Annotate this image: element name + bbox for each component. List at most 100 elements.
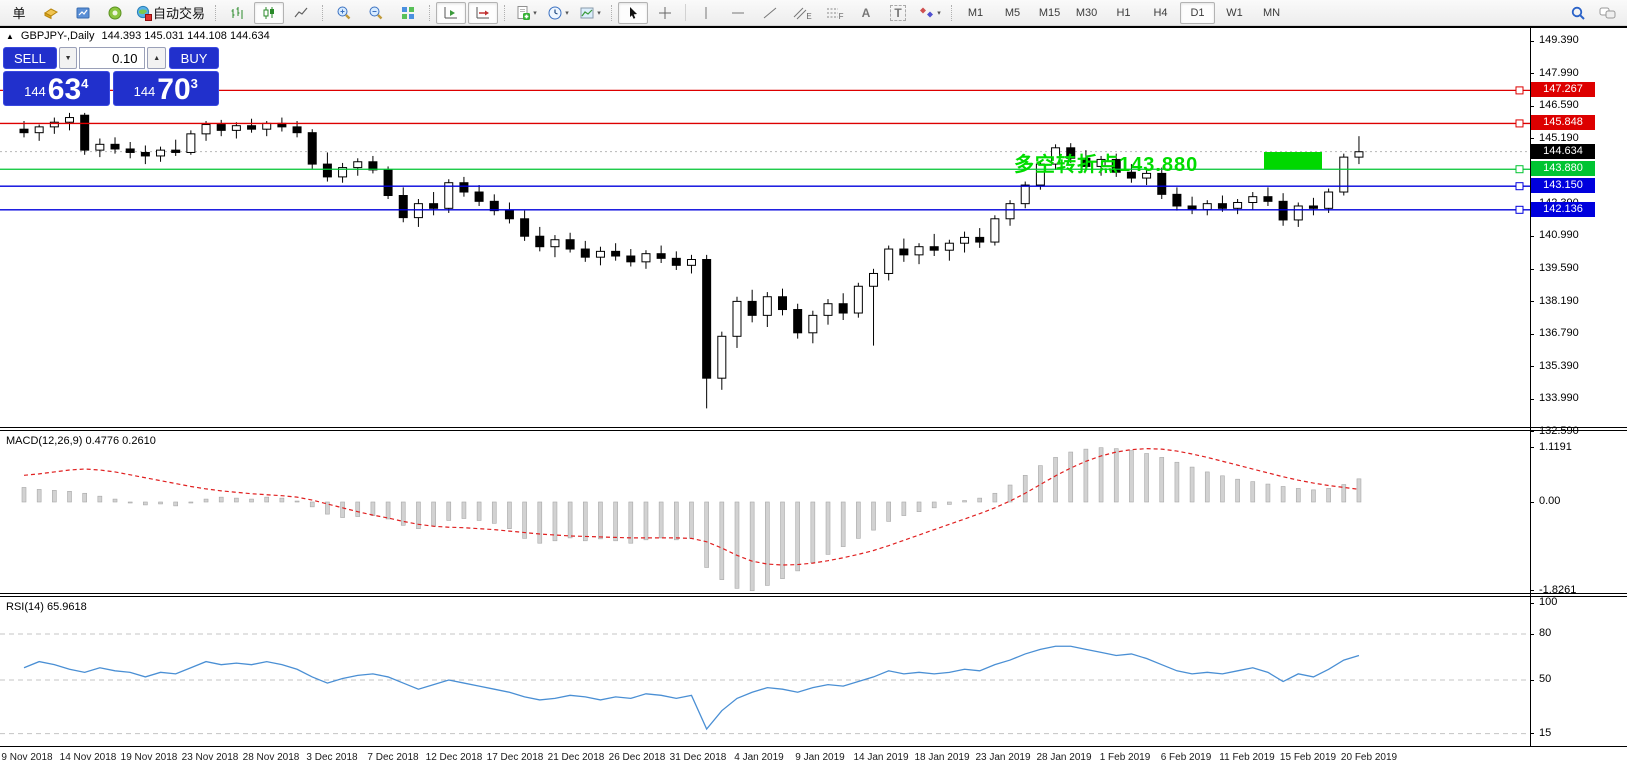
sell-price-prefix: 144 <box>24 84 46 99</box>
collapse-arrow-icon[interactable]: ▲ <box>6 32 14 41</box>
axis-tick-mark <box>1530 447 1534 448</box>
macd-bar <box>887 502 891 521</box>
chart-canvas[interactable] <box>0 0 1627 771</box>
sell-button[interactable]: SELL <box>3 47 57 69</box>
tf-button-H1[interactable]: H1 <box>1106 2 1141 24</box>
candle <box>35 127 43 133</box>
pane-splitter[interactable] <box>0 427 1627 428</box>
sell-price-button[interactable]: 144 63 4 <box>3 71 110 106</box>
candle <box>779 297 787 310</box>
navigator-button[interactable] <box>100 2 130 24</box>
price-tick: 15 <box>1539 727 1551 739</box>
pane-splitter[interactable] <box>0 430 1627 431</box>
tf-button-M15[interactable]: M15 <box>1032 2 1067 24</box>
tf-button-M1[interactable]: M1 <box>958 2 993 24</box>
tf-button-H4[interactable]: H4 <box>1143 2 1178 24</box>
line-chart-button[interactable] <box>286 2 316 24</box>
template-icon <box>579 5 595 21</box>
tf-button-MN[interactable]: MN <box>1254 2 1289 24</box>
equidistant-channel-button[interactable]: E <box>787 2 817 24</box>
toolbar-right-group <box>1563 2 1623 24</box>
cursor-button[interactable] <box>618 2 648 24</box>
date-label: 12 Dec 2018 <box>426 752 483 763</box>
buy-price-button[interactable]: 144 70 3 <box>113 71 220 106</box>
tf-button-M5[interactable]: M5 <box>995 2 1030 24</box>
zoom-in-button[interactable] <box>329 2 359 24</box>
vertical-line-tool-button[interactable] <box>691 2 721 24</box>
annotation-text[interactable]: 多空转折点143.880 <box>1014 148 1198 177</box>
macd-bar <box>1251 482 1255 502</box>
candle <box>854 286 862 313</box>
fibonacci-tool-button[interactable]: F <box>819 2 849 24</box>
auto-scroll-button[interactable] <box>436 2 466 24</box>
autotrading-button[interactable]: 自动交易 <box>132 2 209 24</box>
hline-anchor[interactable] <box>1516 120 1523 127</box>
zoom-out-button[interactable] <box>361 2 391 24</box>
macd-bar <box>902 502 906 516</box>
macd-bar <box>204 499 208 502</box>
candle <box>536 236 544 246</box>
candle <box>308 133 316 164</box>
text-tool-button[interactable]: A <box>851 2 881 24</box>
hline-anchor[interactable] <box>1516 183 1523 190</box>
volume-input[interactable] <box>79 47 145 69</box>
macd-bar <box>37 489 41 502</box>
terminal-button[interactable] <box>68 2 98 24</box>
hline-anchor[interactable] <box>1516 206 1523 213</box>
macd-bar <box>1327 488 1331 502</box>
candlestick-chart-button[interactable] <box>254 2 284 24</box>
candle <box>870 273 878 286</box>
volume-down-button[interactable]: ▼ <box>59 47 78 69</box>
price-axis[interactable]: 149.390147.990146.590145.190143.790142.3… <box>1530 0 1627 771</box>
horizontal-line-tool-button[interactable] <box>723 2 753 24</box>
horizontal-line-icon <box>730 5 746 21</box>
rsi-line <box>24 646 1359 729</box>
trendline-tool-button[interactable] <box>755 2 785 24</box>
indicators-button[interactable]: ▾ <box>511 2 541 24</box>
crosshair-button[interactable] <box>650 2 680 24</box>
macd-bar <box>1236 479 1240 502</box>
templates-button[interactable]: ▾ <box>575 2 605 24</box>
toolbar-grip <box>611 5 612 21</box>
candle <box>81 115 89 150</box>
candle <box>1188 206 1196 209</box>
pane-splitter[interactable] <box>0 593 1627 594</box>
tf-button-D1[interactable]: D1 <box>1180 2 1215 24</box>
hline-anchor[interactable] <box>1516 166 1523 173</box>
chat-button[interactable] <box>1593 2 1623 24</box>
hline-anchor[interactable] <box>1516 87 1523 94</box>
candle <box>718 336 726 378</box>
label-tool-button[interactable]: T <box>883 2 913 24</box>
level-label: 145.848 <box>1531 115 1595 130</box>
green-highlight-rect[interactable] <box>1264 152 1322 169</box>
pane-splitter[interactable] <box>0 596 1627 597</box>
date-label: 9 Nov 2018 <box>1 752 52 763</box>
macd-bar <box>932 502 936 508</box>
candle <box>430 204 438 209</box>
candle <box>809 315 817 332</box>
arrows-tool-button[interactable]: ▾ <box>915 2 945 24</box>
macd-bar <box>1008 485 1012 502</box>
tf-button-W1[interactable]: W1 <box>1217 2 1252 24</box>
tf-button-M30[interactable]: M30 <box>1069 2 1104 24</box>
zoom-out-icon <box>368 5 384 21</box>
tile-windows-button[interactable] <box>393 2 423 24</box>
search-button[interactable] <box>1563 2 1593 24</box>
candle <box>976 237 984 242</box>
candle <box>1355 152 1363 157</box>
volume-up-button[interactable]: ▲ <box>147 47 166 69</box>
candle <box>672 258 680 265</box>
macd-bar <box>447 502 451 520</box>
periods-button[interactable]: ▾ <box>543 2 573 24</box>
macd-bar <box>52 490 56 502</box>
date-label: 1 Feb 2019 <box>1100 752 1151 763</box>
chart-shift-button[interactable] <box>468 2 498 24</box>
axis-tick-mark <box>1530 680 1534 681</box>
macd-bar <box>1175 462 1179 502</box>
new-order-button[interactable]: 单 <box>4 2 34 24</box>
bar-chart-button[interactable] <box>222 2 252 24</box>
buy-button[interactable]: BUY <box>169 47 219 69</box>
candle <box>824 304 832 316</box>
macd-bar <box>538 502 542 543</box>
market-watch-button[interactable] <box>36 2 66 24</box>
